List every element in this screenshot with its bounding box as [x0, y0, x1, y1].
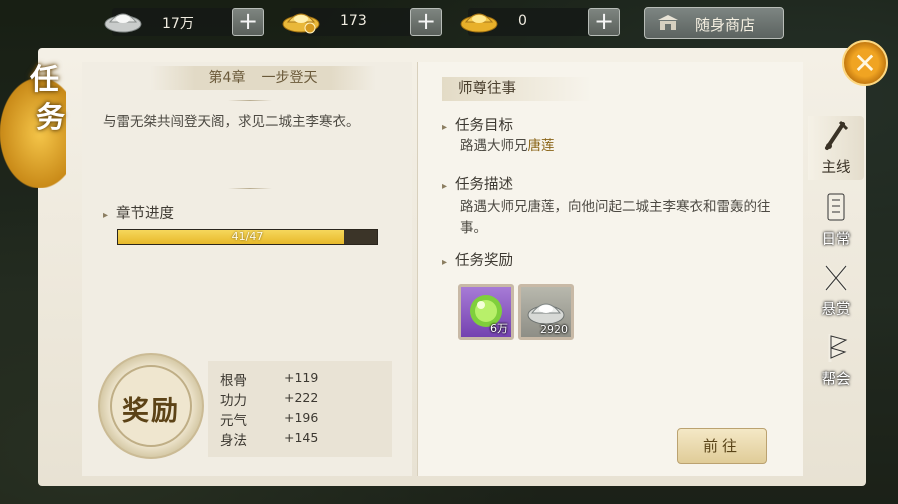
brush-scroll-icon: [825, 120, 849, 150]
tab-bounty-label: 悬赏: [821, 302, 851, 318]
portable-shop-button[interactable]: 随身商店: [644, 7, 784, 39]
chapter-divider-mid: [228, 188, 272, 189]
reward-count: 2920: [540, 323, 568, 336]
stat-row: 功力 +222: [220, 389, 318, 409]
stat-name: 元气: [220, 413, 247, 429]
chapter-progress-text: 章节进度: [116, 206, 175, 222]
chapter-description: 与雷无桀共闯登天阁，求见二城主李寒衣。: [103, 114, 360, 130]
stat-value: +119: [284, 370, 319, 385]
stat-value: +196: [284, 410, 319, 425]
bullet-arrow-icon: ▸: [103, 210, 109, 221]
close-button[interactable]: ✕: [842, 40, 888, 86]
description-label: ▸ 任务描述: [442, 173, 513, 194]
tab-bounty[interactable]: 悬赏: [808, 258, 864, 322]
currency-gold: 173 +: [282, 8, 442, 36]
scroll-icon: [827, 193, 845, 221]
reward-count: 6万: [490, 322, 508, 335]
reward-label-text: 任务奖励: [455, 253, 514, 269]
stat-name: 身法: [220, 433, 247, 449]
goal-text-prefix: 路遇大师兄: [460, 138, 528, 154]
stat-value: +222: [284, 390, 319, 405]
tab-daily[interactable]: 日常: [808, 188, 864, 252]
stat-name: 根骨: [220, 373, 247, 389]
quest-title: 师尊往事: [442, 77, 592, 101]
title-char-1: 任: [30, 62, 60, 96]
bullet-arrow-icon: ▸: [442, 257, 448, 268]
chapter-banner: 第4章 一步登天: [150, 66, 376, 90]
silver-ingot-icon: [104, 13, 142, 33]
add-bound-gold-button[interactable]: +: [588, 8, 620, 36]
chapter-number: 第4章: [208, 70, 246, 86]
stat-row: 身法 +145: [220, 429, 318, 449]
stat-value: +145: [284, 430, 319, 445]
chapter-progress-bar: 41/47: [117, 229, 378, 245]
chapter-progress-value: 41/47: [231, 230, 264, 243]
add-gold-button[interactable]: +: [410, 8, 442, 36]
tab-main-quest-label: 主线: [821, 160, 851, 176]
reward-stats-list: 根骨 +119 功力 +222 元气 +196 身法 +145: [208, 361, 392, 457]
crossed-blades-icon: [824, 264, 848, 292]
guild-banner-icon: [828, 334, 848, 362]
reward-seal-label: 奖励: [122, 396, 180, 427]
bullet-arrow-icon: ▸: [442, 122, 448, 133]
chapter-name: 一步登天: [261, 70, 318, 86]
reward-label: ▸ 任务奖励: [442, 249, 513, 270]
description-text: 路遇大师兄唐莲，向他问起二城主李寒衣和雷轰的往事。: [460, 199, 771, 236]
tab-guild-label: 帮会: [821, 372, 851, 388]
shop-stall-icon: [658, 15, 678, 30]
stat-row: 元气 +196: [220, 409, 318, 429]
tab-guild[interactable]: 帮会: [808, 328, 864, 392]
goal-text: 路遇大师兄唐莲: [460, 136, 555, 157]
chapter-divider-top: [228, 100, 272, 101]
panel-title-flag: 任 务: [0, 42, 88, 188]
portable-shop-label: 随身商店: [695, 16, 756, 34]
currency-bound-gold-value: 0: [518, 13, 527, 29]
title-char-2: 务: [36, 100, 66, 134]
chapter-reward-seal[interactable]: 奖励: [98, 353, 204, 459]
go-to-button[interactable]: 前往: [677, 428, 767, 464]
goal-label: ▸ 任务目标: [442, 114, 513, 135]
currency-silver: 17万 +: [104, 8, 264, 36]
currency-gold-value: 173: [340, 13, 367, 29]
goal-label-text: 任务目标: [455, 118, 514, 134]
bound-gold-ingot-icon: [460, 13, 498, 33]
tab-daily-label: 日常: [821, 232, 851, 248]
goal-npc-highlight[interactable]: 唐莲: [528, 138, 555, 154]
stat-row: 根骨 +119: [220, 369, 318, 389]
description-label-text: 任务描述: [455, 177, 514, 193]
gold-ingot-icon: [282, 13, 320, 34]
stat-name: 功力: [220, 393, 247, 409]
chapter-progress-label: ▸ 章节进度: [103, 202, 174, 223]
currency-bar: 17万 + 173 + 0 + 随身商店: [0, 6, 898, 39]
currency-bound-gold: 0 +: [460, 8, 620, 36]
tab-main-quest[interactable]: 主线: [808, 116, 864, 180]
reward-slot-experience[interactable]: 6万: [458, 284, 514, 340]
add-silver-button[interactable]: +: [232, 8, 264, 36]
reward-slot-silver[interactable]: 2920: [518, 284, 574, 340]
close-icon: ✕: [853, 47, 877, 80]
bullet-arrow-icon: ▸: [442, 181, 448, 192]
currency-silver-value: 17万: [162, 16, 194, 32]
